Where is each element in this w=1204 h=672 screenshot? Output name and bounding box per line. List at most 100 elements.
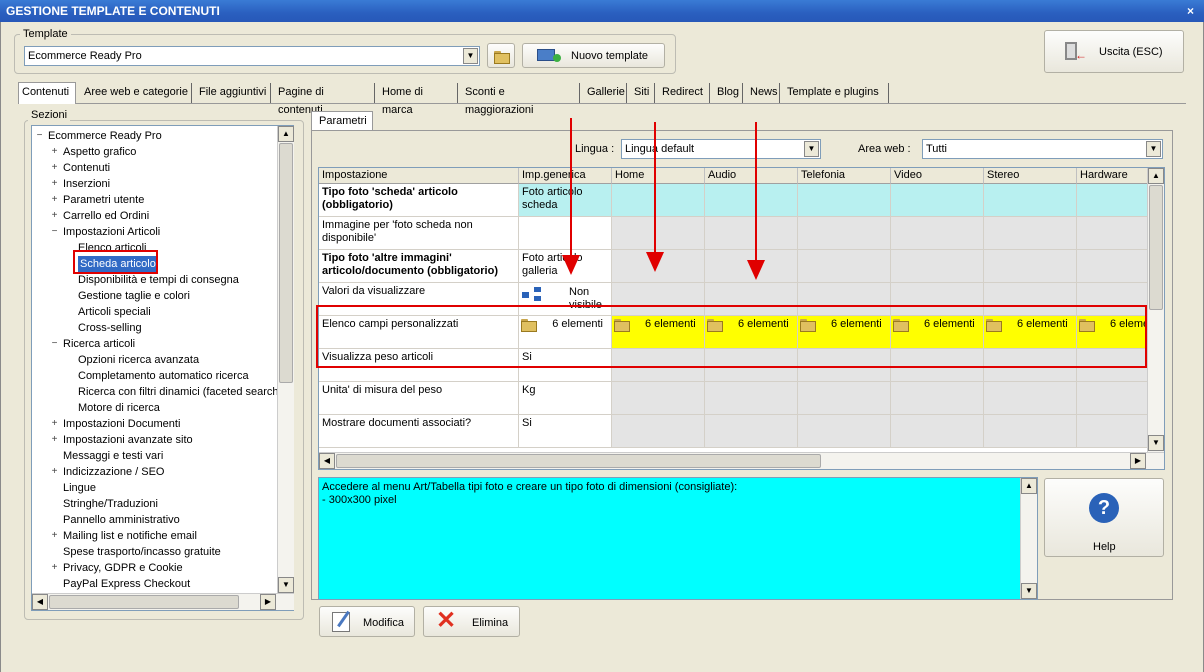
grid-area-value[interactable] <box>984 415 1077 448</box>
grid-area-value[interactable] <box>612 415 705 448</box>
modify-button[interactable]: Modifica <box>319 606 415 637</box>
scroll-up-icon[interactable]: ▲ <box>1021 478 1037 494</box>
expand-icon[interactable]: + <box>50 195 59 205</box>
grid-value[interactable]: Si <box>519 415 612 448</box>
tree-item[interactable]: Privacy, GDPR e Cookie <box>63 560 183 576</box>
tree-item[interactable]: Spese trasporto/incasso gratuite <box>63 544 221 560</box>
grid-area-value[interactable] <box>705 367 798 382</box>
tab-pagine-di-contenuti[interactable]: Pagine di contenuti <box>275 83 375 116</box>
tab-siti[interactable]: Siti <box>631 83 655 103</box>
scroll-left-icon[interactable]: ◀ <box>319 453 335 469</box>
chevron-down-icon[interactable]: ▼ <box>1146 141 1161 157</box>
tree-item[interactable]: Opzioni ricerca avanzata <box>78 352 199 368</box>
grid-area-value[interactable] <box>984 367 1077 382</box>
scroll-down-icon[interactable]: ▼ <box>1021 583 1037 599</box>
tree-item[interactable]: PayPal Express Checkout <box>63 576 190 592</box>
grid-area-value[interactable] <box>798 217 891 250</box>
tab-aree-web-e-categorie[interactable]: Aree web e categorie <box>81 83 192 103</box>
delete-button[interactable]: ✕ Elimina <box>423 606 520 637</box>
grid-area-value[interactable] <box>891 184 984 217</box>
grid-area-value[interactable] <box>705 382 798 415</box>
tree-item[interactable]: Carrello ed Ordini <box>63 208 149 224</box>
tree-item[interactable]: Pannello amministrativo <box>63 512 180 528</box>
grid-area-value[interactable] <box>984 184 1077 217</box>
grid-header[interactable]: Stereo <box>984 168 1077 184</box>
grid-area-value[interactable] <box>891 217 984 250</box>
scroll-right-icon[interactable]: ▶ <box>260 594 276 610</box>
chevron-down-icon[interactable]: ▼ <box>804 141 819 157</box>
grid-value[interactable]: Foto articolo scheda <box>519 184 612 217</box>
grid-area-value[interactable] <box>891 250 984 283</box>
grid-vscroll-thumb[interactable] <box>1149 185 1163 310</box>
grid-header[interactable]: Home <box>612 168 705 184</box>
grid-header[interactable]: Audio <box>705 168 798 184</box>
tree-item[interactable]: Inserzioni <box>63 176 110 192</box>
scroll-up-icon[interactable]: ▲ <box>1148 168 1164 184</box>
area-select[interactable]: Tutti ▼ <box>922 139 1163 159</box>
tree-item[interactable]: Completamento automatico ricerca <box>78 368 249 384</box>
grid-value[interactable]: Kg <box>519 382 612 415</box>
tab-home-di-marca[interactable]: Home di marca <box>379 83 458 116</box>
grid-area-value[interactable] <box>984 250 1077 283</box>
description-vscrollbar[interactable]: ▲ ▼ <box>1020 478 1037 599</box>
expand-icon[interactable]: + <box>50 435 59 445</box>
grid-value[interactable] <box>519 367 612 382</box>
tree-item[interactable]: Cross-selling <box>78 320 142 336</box>
grid-area-value[interactable] <box>891 382 984 415</box>
grid-header[interactable]: Video <box>891 168 984 184</box>
grid-area-value[interactable] <box>798 382 891 415</box>
grid-header[interactable]: Impostazione <box>319 168 519 184</box>
grid-vscrollbar[interactable]: ▲ ▼ <box>1147 168 1164 452</box>
expand-icon[interactable]: + <box>50 531 59 541</box>
scroll-right-icon[interactable]: ▶ <box>1130 453 1146 469</box>
tree-item[interactable]: Ricerca con filtri dinamici (faceted sea… <box>78 384 282 400</box>
expand-icon[interactable]: + <box>50 179 59 189</box>
grid-area-value[interactable] <box>612 217 705 250</box>
tab-contenuti[interactable]: Contenuti <box>18 82 76 104</box>
tree-hscrollbar[interactable]: ◀ ▶ <box>32 593 294 610</box>
grid-area-value[interactable] <box>891 367 984 382</box>
expand-icon[interactable]: + <box>50 467 59 477</box>
tree-item[interactable]: Mailing list e notifiche email <box>63 528 197 544</box>
tree-hscroll-thumb[interactable] <box>49 595 239 609</box>
collapse-icon[interactable]: − <box>35 131 44 141</box>
grid-hscroll-thumb[interactable] <box>336 454 821 468</box>
tree-item[interactable]: Ricerca articoli <box>63 336 135 352</box>
grid-hscrollbar[interactable]: ◀ ▶ <box>319 452 1164 469</box>
tree-item[interactable]: Stringhe/Traduzioni <box>63 496 158 512</box>
tree-item[interactable]: Impostazioni avanzate sito <box>63 432 193 448</box>
tab-parametri[interactable]: Parametri <box>311 111 373 131</box>
grid-area-value[interactable] <box>705 217 798 250</box>
grid-area-value[interactable] <box>984 217 1077 250</box>
open-folder-button[interactable] <box>487 43 515 68</box>
tab-sconti-e-maggiorazioni[interactable]: Sconti e maggiorazioni <box>462 83 580 116</box>
grid-area-value[interactable] <box>612 367 705 382</box>
grid-area-value[interactable] <box>798 367 891 382</box>
tree-vscrollbar[interactable]: ▲ ▼ <box>277 126 294 593</box>
grid-row-name[interactable] <box>319 367 519 382</box>
grid-row-name[interactable]: Tipo foto 'altre immagini' articolo/docu… <box>319 250 519 283</box>
grid-row-name[interactable]: Immagine per 'foto scheda non disponibil… <box>319 217 519 250</box>
grid-value[interactable] <box>519 217 612 250</box>
scroll-down-icon[interactable]: ▼ <box>1148 435 1164 451</box>
tree-vscroll-thumb[interactable] <box>279 143 293 383</box>
sections-tree[interactable]: − Ecommerce Ready Pro + Aspetto grafico + Con… <box>31 125 294 611</box>
tree-item[interactable]: Contenuti <box>63 160 110 176</box>
description-box[interactable]: Accedere al menu Art/Tabella tipi foto e… <box>318 477 1038 600</box>
collapse-icon[interactable]: − <box>50 339 59 349</box>
grid-header[interactable]: Telefonia <box>798 168 891 184</box>
template-select[interactable]: Ecommerce Ready Pro ▼ <box>24 46 480 66</box>
exit-button[interactable]: ← Uscita (ESC) <box>1044 30 1184 73</box>
expand-icon[interactable]: + <box>50 563 59 573</box>
tab-file-aggiuntivi[interactable]: File aggiuntivi <box>196 83 271 103</box>
tab-gallerie[interactable]: Gallerie <box>584 83 627 103</box>
scroll-left-icon[interactable]: ◀ <box>32 594 48 610</box>
expand-icon[interactable]: + <box>50 147 59 157</box>
grid-row-name[interactable]: Unita' di misura del peso <box>319 382 519 415</box>
expand-icon[interactable]: + <box>50 163 59 173</box>
expand-icon[interactable]: + <box>50 211 59 221</box>
new-template-button[interactable]: Nuovo template <box>522 43 665 68</box>
grid-area-value[interactable] <box>798 184 891 217</box>
grid-area-value[interactable] <box>798 250 891 283</box>
grid-row-name[interactable]: Mostrare documenti associati? <box>319 415 519 448</box>
